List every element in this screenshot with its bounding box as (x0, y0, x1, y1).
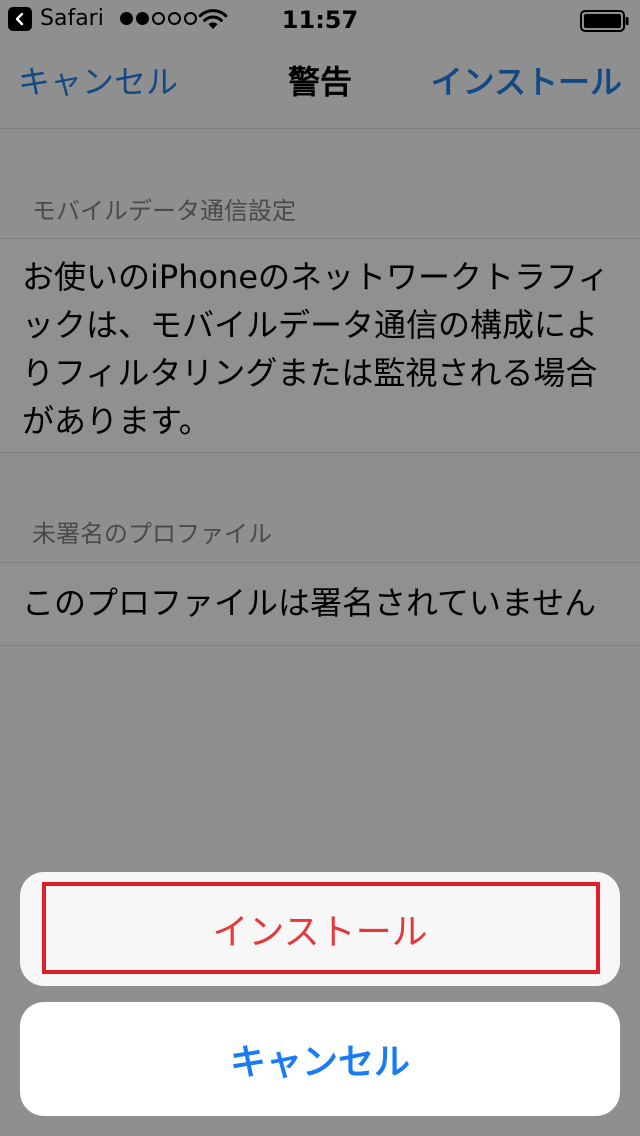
status-time: 11:57 (281, 6, 359, 34)
nav-cancel-button[interactable]: キャンセル (18, 62, 178, 102)
nav-install-button[interactable]: インストール (431, 62, 622, 102)
warning-cell-mobile-data: お使いのiPhoneのネットワークトラフィックは、モバイルデータ通信の構成により… (0, 238, 640, 453)
warning-text-unsigned-profile: このプロファイルは署名されていません (22, 584, 597, 622)
warning-text-mobile-data: お使いのiPhoneのネットワークトラフィックは、モバイルデータ通信の構成により… (22, 258, 610, 440)
section-header-mobile-data: モバイルデータ通信設定 (32, 197, 296, 225)
profile-install-screen: Safari 11:57 キャンセル 警告 インストール モバイルデータ通信設定… (0, 0, 640, 1136)
action-install-button[interactable]: インストール (20, 872, 620, 986)
warning-cell-unsigned-profile: このプロファイルは署名されていません (0, 562, 640, 646)
action-sheet-cancel-group: キャンセル (20, 1002, 620, 1116)
status-bar: Safari 11:57 (0, 0, 640, 40)
battery-icon (580, 10, 629, 32)
action-sheet-install-group: インストール (20, 872, 620, 986)
section-header-unsigned-profile: 未署名のプロファイル (32, 520, 272, 548)
action-cancel-button[interactable]: キャンセル (20, 1002, 620, 1116)
navigation-bar: キャンセル 警告 インストール (0, 40, 640, 129)
